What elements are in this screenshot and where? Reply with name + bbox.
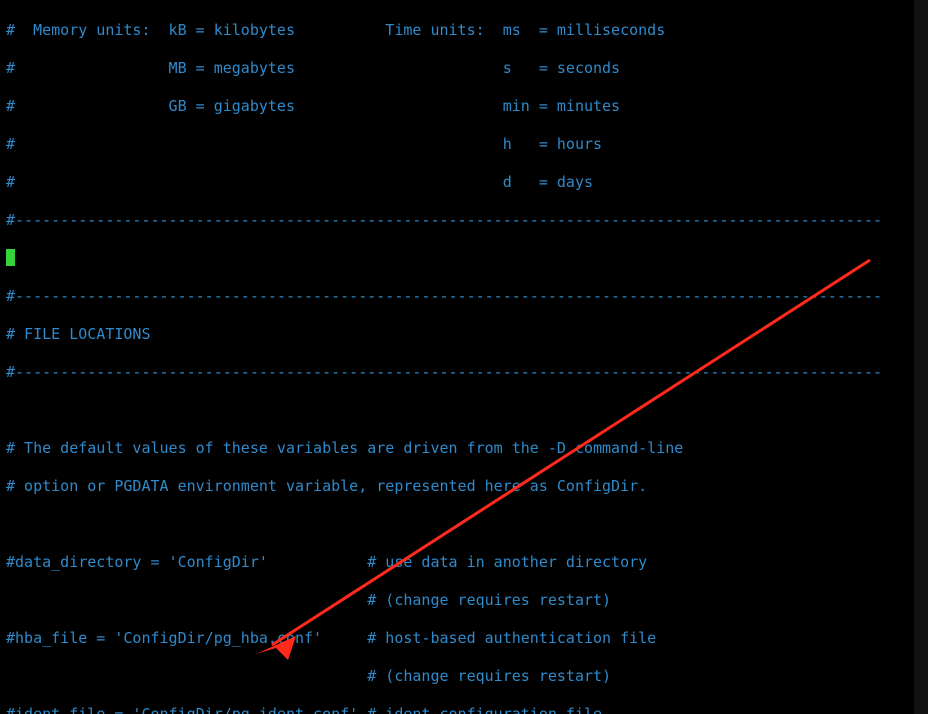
config-line: # The default values of these variables … bbox=[6, 439, 908, 458]
config-line: #---------------------------------------… bbox=[6, 363, 908, 382]
text-cursor bbox=[6, 249, 15, 266]
config-line: # (change requires restart) bbox=[6, 591, 908, 610]
config-line: # GB = gigabytes min = minutes bbox=[6, 97, 908, 116]
section-heading: # FILE LOCATIONS bbox=[6, 325, 908, 344]
terminal-viewport[interactable]: # Memory units: kB = kilobytes Time unit… bbox=[0, 0, 928, 714]
config-line bbox=[6, 515, 908, 534]
config-line: # d = days bbox=[6, 173, 908, 192]
config-line: # h = hours bbox=[6, 135, 908, 154]
config-line: #data_directory = 'ConfigDir' # use data… bbox=[6, 553, 908, 572]
cursor-line bbox=[6, 249, 908, 268]
config-line bbox=[6, 401, 908, 420]
config-line: #hba_file = 'ConfigDir/pg_hba.conf' # ho… bbox=[6, 629, 908, 648]
config-line: #ident_file = 'ConfigDir/pg_ident.conf' … bbox=[6, 705, 908, 714]
config-line: # (change requires restart) bbox=[6, 667, 908, 686]
config-line: #---------------------------------------… bbox=[6, 211, 908, 230]
config-line: # Memory units: kB = kilobytes Time unit… bbox=[6, 21, 908, 40]
config-line: # option or PGDATA environment variable,… bbox=[6, 477, 908, 496]
config-line: # MB = megabytes s = seconds bbox=[6, 59, 908, 78]
config-line: #---------------------------------------… bbox=[6, 287, 908, 306]
